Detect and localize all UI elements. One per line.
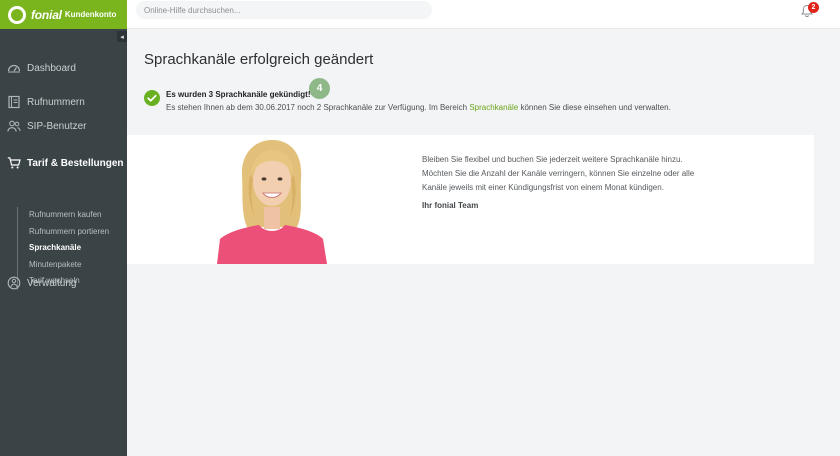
promo-line: Kanäle jeweils mit einer Kündigungsfrist… [422,183,664,192]
sidebar-item-label: Verwaltung [27,277,77,289]
sidebar-item-label: Dashboard [27,62,76,74]
success-message-title: Es wurden 3 Sprachkanäle gekündigt! [166,90,311,99]
promo-card: Bleiben Sie flexibel und buchen Sie jede… [127,135,814,264]
promo-signature: Ihr fonial Team [422,201,479,210]
brand-subtitle: Kundenkonto [64,10,117,19]
cart-icon [7,157,21,169]
promo-text: Bleiben Sie flexibel und buchen Sie jede… [422,153,712,195]
submenu-item-rufnummern-kaufen[interactable]: Rufnummern kaufen [29,207,109,224]
sidebar-item-label: Rufnummern [27,96,85,108]
promo-line: Möchten Sie die Anzahl der Kanäle verrin… [422,169,695,178]
sidebar-item-sip-benutzer[interactable]: SIP-Benutzer [7,119,86,133]
sidebar-item-tarif-bestellungen[interactable]: Tarif & Bestellungen [7,156,124,170]
checkmark-circle-icon [144,90,160,106]
page-title: Sprachkanäle erfolgreich geändert [144,51,374,68]
gauge-icon [7,64,21,73]
top-bar: fonial Kundenkonto 2 [0,0,840,29]
sidebar-item-label: SIP-Benutzer [27,120,87,132]
sprachkanaele-link[interactable]: Sprachkanäle [469,103,518,112]
message-text-before: Es stehen Ihnen ab dem 30.06.2017 noch 2… [166,103,470,112]
sidebar-item-dashboard[interactable]: Dashboard [7,61,76,75]
collapse-sidebar-button[interactable]: ◂ [117,31,127,42]
submenu-item-rufnummern-portieren[interactable]: Rufnummern portieren [29,224,109,241]
sidebar-item-rufnummern[interactable]: Rufnummern [7,95,85,109]
brand-name: fonial [31,7,62,22]
settings-circle-icon [7,276,21,290]
submenu-item-minutenpakete[interactable]: Minutenpakete [29,257,109,274]
users-icon [7,120,21,132]
step-number-badge: 4 [309,78,330,99]
success-message-text: Es stehen Ihnen ab dem 30.06.2017 noch 2… [166,103,671,112]
sidebar: ◂ Dashboard Rufnummern SIP-Benutzer Tari… [0,29,127,456]
notification-badge[interactable]: 2 [808,2,819,13]
phone-book-icon [8,95,20,109]
woman-portrait-image [217,140,327,264]
help-search-input[interactable] [136,1,432,19]
fonial-logo-icon [8,5,26,24]
message-text-after: können Sie diese einsehen und verwalten. [518,103,671,112]
sidebar-item-verwaltung[interactable]: Verwaltung [7,276,76,290]
promo-line: Bleiben Sie flexibel und buchen Sie jede… [422,155,683,164]
sidebar-item-label: Tarif & Bestellungen [27,157,124,169]
submenu-item-sprachkanaele[interactable]: Sprachkanäle [29,240,109,257]
brand-logo-area[interactable]: fonial Kundenkonto [0,0,127,29]
